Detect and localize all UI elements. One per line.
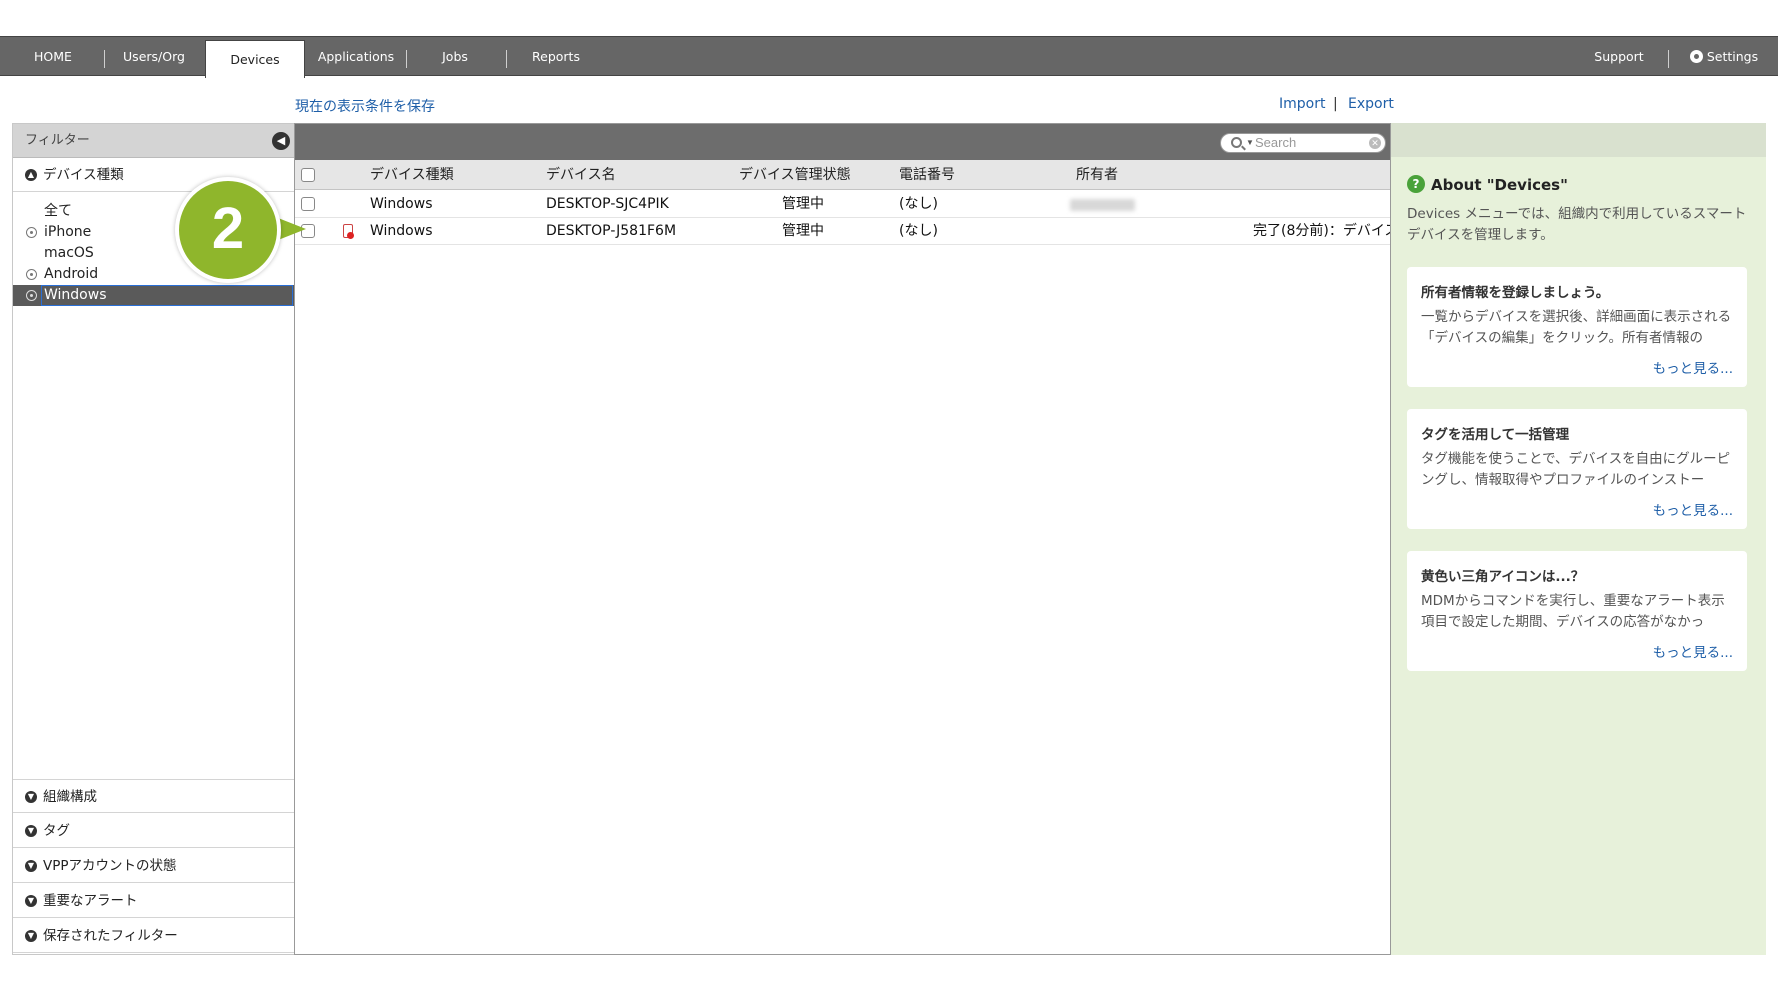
filter-header-label: フィルター (25, 133, 90, 148)
table-row[interactable]: Windows DESKTOP-SJC4PIK 管理中 (なし) (295, 191, 1390, 218)
section-label: 組織構成 (43, 789, 97, 805)
help-card-title: 所有者情報を登録しましょう。 (1421, 285, 1610, 301)
help-intro: Devices メニューでは、組織内で利用しているスマートデバイスを管理します。 (1407, 206, 1747, 243)
section-label: 保存されたフィルター (43, 928, 178, 944)
column-owner[interactable]: 所有者 (1076, 160, 1118, 190)
chevron-down-icon: ▼ (25, 895, 37, 907)
filter-item-label: Android (44, 266, 99, 282)
section-vpp-account[interactable]: ▼ VPPアカウントの状態 (13, 849, 294, 883)
tab-applications[interactable]: Applications (312, 37, 400, 77)
section-critical-alerts[interactable]: ▼ 重要なアラート (13, 884, 294, 918)
help-panel: ? About "Devices" Devices メニューでは、組織内で利用し… (1391, 123, 1766, 955)
cell-job-status: 完了(8分前)：デバイス (1253, 223, 1390, 239)
device-warning-icon (343, 224, 354, 239)
column-device-name[interactable]: デバイス名 (546, 160, 616, 190)
column-phone-number[interactable]: 電話番号 (899, 160, 955, 190)
help-card: 黄色い三角アイコンは...？ MDMからコマンドを実行し、重要なアラート表示項目… (1407, 551, 1747, 671)
save-view-link[interactable]: 現在の表示条件を保存 (295, 96, 435, 116)
filter-item-windows[interactable]: Windows (13, 285, 294, 306)
search-input[interactable]: ▼ Search ✕ (1220, 133, 1386, 153)
help-title: About "Devices" (1431, 176, 1568, 194)
chevron-down-icon: ▼ (25, 860, 37, 872)
nav-separator (104, 50, 105, 68)
help-card-title: タグを活用して一括管理 (1421, 427, 1570, 443)
settings-link[interactable]: Settings (1678, 37, 1770, 77)
top-navigation: HOME Users/Org Devices Applications Jobs… (0, 36, 1778, 78)
clear-search-icon[interactable]: ✕ (1369, 137, 1381, 149)
device-table-panel: ▼ Search ✕ デバイス種類 デバイス名 デバイス管理状態 電話番号 所有… (294, 123, 1391, 955)
section-label: VPPアカウントの状態 (43, 858, 177, 874)
help-card: タグを活用して一括管理 タグ機能を使うことで、デバイスを自由にグルーピングし、情… (1407, 409, 1747, 529)
collapse-sidebar-icon[interactable]: ◀ (272, 132, 290, 150)
chevron-up-icon: ▲ (25, 169, 37, 181)
support-link[interactable]: Support (1576, 37, 1662, 77)
tab-jobs[interactable]: Jobs (420, 37, 490, 77)
nav-separator (1668, 50, 1669, 68)
table-toolbar: ▼ Search ✕ (295, 124, 1390, 160)
section-label: タグ (43, 823, 70, 839)
section-saved-filters[interactable]: ▼ 保存されたフィルター (13, 919, 294, 953)
nav-separator (406, 50, 407, 68)
cell-device-type: Windows (370, 196, 433, 212)
cell-phone-number: (なし) (899, 196, 938, 212)
chevron-down-icon: ▼ (25, 825, 37, 837)
filter-item-label: 全て (44, 203, 72, 219)
help-panel-header (1391, 123, 1766, 157)
select-all-checkbox[interactable] (301, 168, 315, 182)
read-more-link[interactable]: もっと見る... (1653, 641, 1733, 661)
tab-home[interactable]: HOME (18, 37, 88, 77)
export-link[interactable]: Export (1348, 96, 1394, 112)
nav-separator (506, 50, 507, 68)
help-card-body: MDMからコマンドを実行し、重要なアラート表示項目で設定した期間、デバイスの応答… (1421, 593, 1725, 630)
cell-owner-redacted (1070, 199, 1135, 211)
tab-devices[interactable]: Devices (205, 40, 305, 78)
radio-icon (26, 290, 37, 301)
dropdown-caret-icon[interactable]: ▼ (1246, 134, 1254, 152)
chevron-down-icon: ▼ (25, 791, 37, 803)
settings-label: Settings (1706, 49, 1759, 64)
help-card-title: 黄色い三角アイコンは...？ (1421, 569, 1585, 585)
gear-icon (1689, 50, 1703, 63)
read-more-link[interactable]: もっと見る... (1653, 357, 1733, 377)
filter-item-label: Windows (41, 285, 293, 306)
filter-item-label: macOS (44, 245, 94, 261)
help-icon: ? (1407, 175, 1425, 193)
help-card-body: タグ機能を使うことで、デバイスを自由にグルーピングし、情報取得やプロファイルのイ… (1421, 451, 1731, 488)
column-management-status[interactable]: デバイス管理状態 (739, 160, 851, 190)
cell-device-name: DESKTOP-SJC4PIK (546, 196, 669, 212)
chevron-down-icon: ▼ (25, 930, 37, 942)
import-link[interactable]: Import (1279, 96, 1325, 112)
help-card-body: 一覧からデバイスを選択後、詳細画面に表示される「デバイスの編集」をクリック。所有… (1421, 309, 1732, 346)
cell-management-status: 管理中 (782, 223, 824, 239)
table-header: デバイス種類 デバイス名 デバイス管理状態 電話番号 所有者 (295, 160, 1390, 190)
search-placeholder: Search (1255, 135, 1297, 150)
filter-item-label: iPhone (44, 224, 92, 240)
tab-reports[interactable]: Reports (518, 37, 594, 77)
tab-users-org[interactable]: Users/Org (112, 37, 196, 77)
cell-management-status: 管理中 (782, 196, 824, 212)
filter-header: フィルター ◀ (13, 124, 294, 158)
column-device-type[interactable]: デバイス種類 (370, 160, 454, 190)
cell-phone-number: (なし) (899, 223, 938, 239)
section-label: 重要なアラート (43, 893, 138, 909)
row-checkbox[interactable] (301, 197, 315, 211)
radio-icon (26, 227, 37, 238)
section-organization[interactable]: ▼ 組織構成 (13, 779, 294, 813)
cell-device-type: Windows (370, 223, 433, 239)
section-label: デバイス種類 (43, 167, 124, 183)
step-callout: 2 (175, 177, 281, 283)
cell-device-name: DESKTOP-J581F6M (546, 223, 677, 239)
read-more-link[interactable]: もっと見る... (1653, 499, 1733, 519)
table-row[interactable]: Windows DESKTOP-J581F6M 管理中 (なし) 完了(8分前)… (295, 218, 1390, 245)
section-tags[interactable]: ▼ タグ (13, 814, 294, 848)
search-icon (1231, 137, 1242, 148)
link-separator: | (1333, 96, 1338, 112)
help-card: 所有者情報を登録しましょう。 一覧からデバイスを選択後、詳細画面に表示される「デ… (1407, 267, 1747, 387)
radio-icon (26, 269, 37, 280)
